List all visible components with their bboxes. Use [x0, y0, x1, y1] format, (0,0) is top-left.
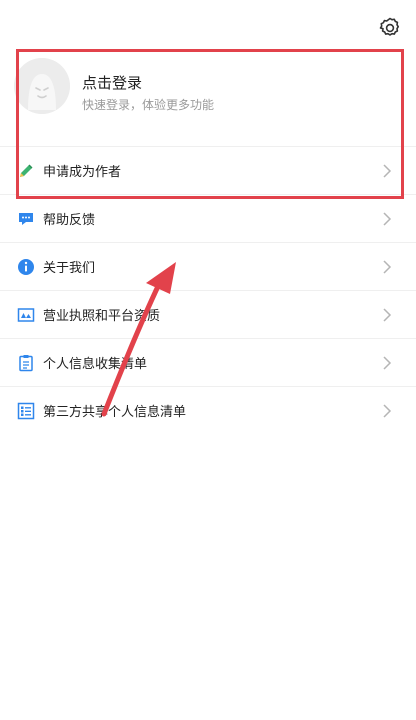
menu-item-label: 第三方共享个人信息清单 — [43, 405, 187, 420]
chat-bubble-icon — [17, 210, 35, 228]
settings-gear-icon[interactable] — [378, 16, 402, 40]
menu-item-label: 营业执照和平台资质 — [43, 309, 161, 324]
menu-item-label: 申请成为作者 — [43, 165, 122, 180]
pencil-icon — [17, 162, 35, 180]
menu-item-label: 关于我们 — [43, 261, 96, 276]
info-icon — [17, 258, 35, 276]
menu-item-personal-info-list[interactable]: 个人信息收集清单 — [0, 338, 416, 386]
settings-menu: 申请成为作者 帮助反馈 关于我们 营业执照和平台资质 个人信息收集清单 第三方共… — [0, 146, 416, 434]
menu-item-label: 个人信息收集清单 — [43, 357, 148, 372]
license-icon — [17, 306, 35, 324]
clipboard-list-icon — [17, 354, 35, 372]
login-card[interactable]: 点击登录 快速登录，体验更多功能 — [0, 52, 416, 146]
menu-item-label: 帮助反馈 — [43, 213, 96, 228]
menu-item-business-license[interactable]: 营业执照和平台资质 — [0, 290, 416, 338]
chevron-right-icon — [383, 355, 392, 370]
menu-item-become-author[interactable]: 申请成为作者 — [0, 146, 416, 194]
chevron-right-icon — [383, 403, 392, 418]
profile-page: 点击登录 快速登录，体验更多功能 申请成为作者 帮助反馈 关于我们 营业执照和平… — [0, 0, 416, 720]
chevron-right-icon — [383, 259, 392, 274]
checklist-icon — [17, 402, 35, 420]
menu-item-about-us[interactable]: 关于我们 — [0, 242, 416, 290]
menu-item-third-party-share-list[interactable]: 第三方共享个人信息清单 — [0, 386, 416, 434]
chevron-right-icon — [383, 307, 392, 322]
chevron-right-icon — [383, 163, 392, 178]
chevron-right-icon — [383, 211, 392, 226]
login-title[interactable]: 点击登录 — [82, 72, 142, 93]
login-subtitle: 快速登录，体验更多功能 — [82, 98, 215, 112]
menu-item-help-feedback[interactable]: 帮助反馈 — [0, 194, 416, 242]
default-avatar-icon — [14, 58, 70, 114]
